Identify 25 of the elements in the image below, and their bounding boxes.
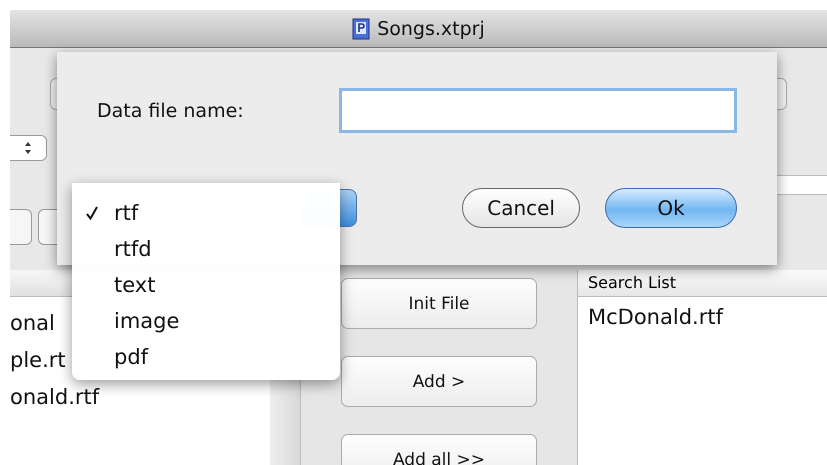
action-button[interactable]: Add > [341, 356, 537, 407]
menu-item[interactable]: rtfd [72, 231, 340, 267]
list-row[interactable]: McDonald.rtf [578, 297, 827, 329]
column-header: Search List [578, 270, 827, 297]
menu-item-label: text [114, 273, 156, 297]
menu-item-label: pdf [114, 345, 148, 369]
up-down-arrows-icon [24, 141, 32, 155]
document-icon [352, 18, 370, 40]
stepper[interactable] [10, 135, 47, 161]
menu-item[interactable]: text [72, 267, 340, 303]
checkmark-icon [86, 206, 98, 220]
name-field[interactable] [339, 88, 737, 133]
action-button[interactable]: Init File [341, 278, 537, 329]
action-button[interactable]: Add all >> [341, 434, 537, 465]
dialog-button[interactable]: Ok [605, 188, 737, 228]
dialog-button[interactable]: Cancel [462, 188, 580, 228]
field-label: Data file name: [97, 100, 244, 122]
menu-item-label: image [114, 309, 180, 333]
menu-item[interactable]: rtf [72, 195, 340, 231]
list-row[interactable]: onald.rtf [10, 379, 270, 416]
window-title: Songs.xtprj [377, 18, 485, 40]
menu-item[interactable]: image [72, 303, 340, 339]
menu-item-label: rtfd [114, 237, 152, 261]
menu-item-label: rtf [114, 201, 138, 225]
menu-item[interactable]: pdf [72, 339, 340, 375]
